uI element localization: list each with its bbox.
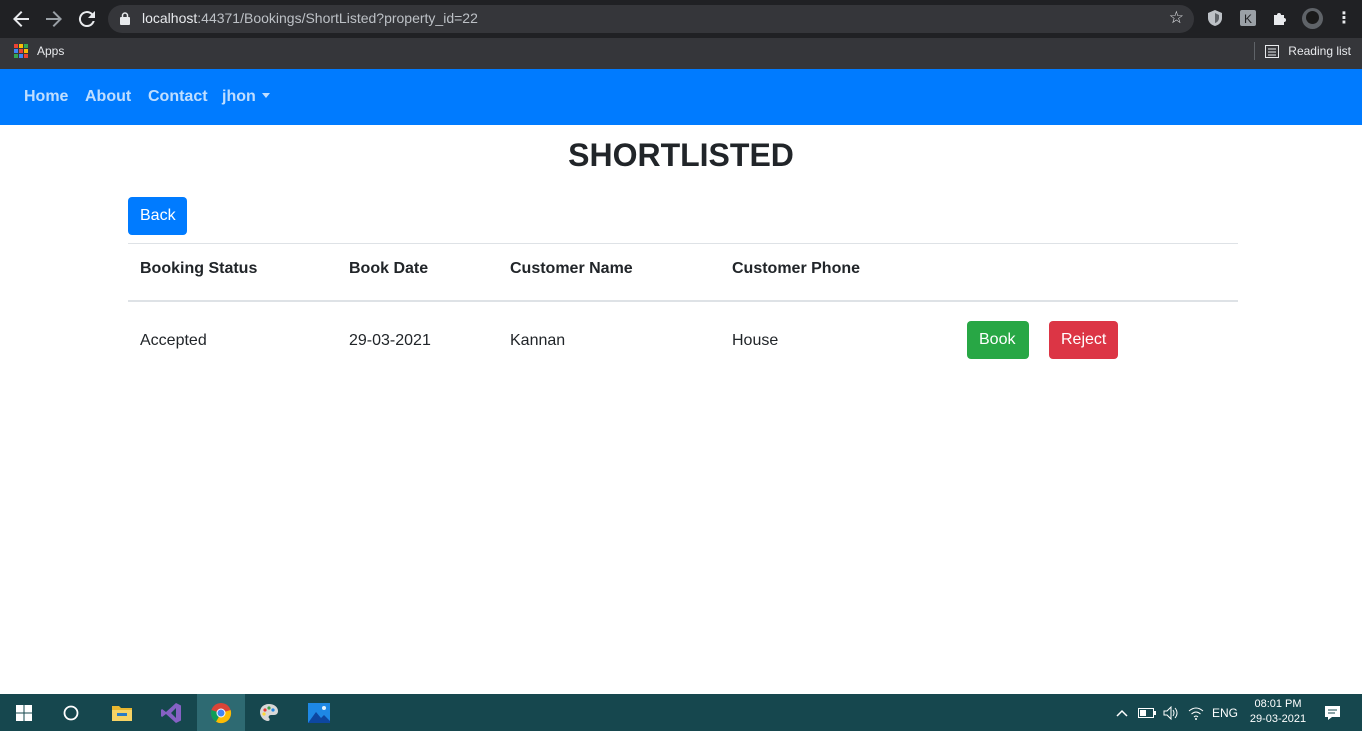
book-button[interactable]: Book xyxy=(967,321,1029,359)
site-navbar: Home About Contact jhon xyxy=(0,69,1362,125)
more-menu-icon[interactable]: ⋮ xyxy=(1332,7,1356,31)
apps-label: Apps xyxy=(37,44,65,58)
header-customer-name: Customer Name xyxy=(510,260,633,277)
lock-icon xyxy=(120,12,130,25)
windows-taskbar: ENG 08:01 PM 29-03-2021 xyxy=(0,694,1362,731)
action-center-icon[interactable] xyxy=(1324,694,1341,731)
bookmarks-bar: Apps Reading list xyxy=(0,38,1362,69)
reload-icon[interactable] xyxy=(75,7,99,31)
cell-book-date: 29-03-2021 xyxy=(349,332,431,349)
paint-palette-icon[interactable] xyxy=(245,694,293,731)
page-title: SHORTLISTED xyxy=(568,137,794,173)
shield-extension-icon[interactable] xyxy=(1206,9,1224,27)
back-button[interactable]: Back xyxy=(128,197,187,235)
volume-icon[interactable] xyxy=(1163,694,1179,731)
system-clock[interactable]: 08:01 PM 29-03-2021 xyxy=(1247,697,1309,727)
cell-booking-status: Accepted xyxy=(140,332,207,349)
windows-start-icon[interactable] xyxy=(0,694,48,731)
k-extension-icon[interactable]: K xyxy=(1239,9,1257,27)
apps-grid-icon xyxy=(14,44,28,58)
address-bar[interactable]: localhost:44371/Bookings/ShortListed?pro… xyxy=(108,5,1194,33)
cell-customer-phone: House xyxy=(732,332,779,349)
reject-button[interactable]: Reject xyxy=(1049,321,1118,359)
bookmark-star-icon[interactable]: ☆ xyxy=(1169,8,1184,28)
visual-studio-icon[interactable] xyxy=(147,694,195,731)
header-customer-phone: Customer Phone xyxy=(732,260,861,277)
table-top-border xyxy=(128,243,1238,244)
search-circle-icon[interactable] xyxy=(47,694,95,731)
clock-time: 08:01 PM xyxy=(1254,698,1302,710)
clock-date: 29-03-2021 xyxy=(1249,713,1307,725)
apps-shortcut[interactable]: Apps xyxy=(14,44,64,58)
user-name: jhon xyxy=(222,88,256,105)
reading-list-icon xyxy=(1265,44,1280,58)
url-text: localhost:44371/Bookings/ShortListed?pro… xyxy=(142,10,478,26)
profile-avatar[interactable] xyxy=(1302,8,1323,29)
reading-list-label: Reading list xyxy=(1288,44,1351,58)
svg-text:K: K xyxy=(1244,12,1252,26)
nav-home-link[interactable]: Home xyxy=(24,88,68,106)
chrome-taskbar-icon[interactable] xyxy=(197,694,245,731)
wifi-icon[interactable] xyxy=(1188,694,1204,731)
cell-customer-name: Kannan xyxy=(510,332,566,349)
bookmarks-divider xyxy=(1254,42,1255,60)
show-hidden-icons-chevron-icon[interactable] xyxy=(1116,694,1128,731)
battery-icon[interactable] xyxy=(1138,694,1156,731)
forward-arrow-icon[interactable] xyxy=(42,7,66,31)
header-book-date: Book Date xyxy=(349,260,429,277)
nav-user-dropdown[interactable]: jhon xyxy=(222,88,270,106)
extensions-puzzle-icon[interactable] xyxy=(1271,9,1289,27)
photos-icon[interactable] xyxy=(295,694,343,731)
table-header-border xyxy=(128,300,1238,302)
nav-about-link[interactable]: About xyxy=(85,88,131,106)
file-explorer-icon[interactable] xyxy=(98,694,146,731)
language-indicator[interactable]: ENG xyxy=(1212,694,1238,731)
back-arrow-icon[interactable] xyxy=(9,7,33,31)
nav-contact-link[interactable]: Contact xyxy=(148,88,208,106)
header-booking-status: Booking Status xyxy=(140,260,258,277)
caret-down-icon xyxy=(261,93,270,98)
reading-list-button[interactable]: Reading list xyxy=(1265,44,1351,58)
browser-toolbar: localhost:44371/Bookings/ShortListed?pro… xyxy=(0,0,1362,38)
